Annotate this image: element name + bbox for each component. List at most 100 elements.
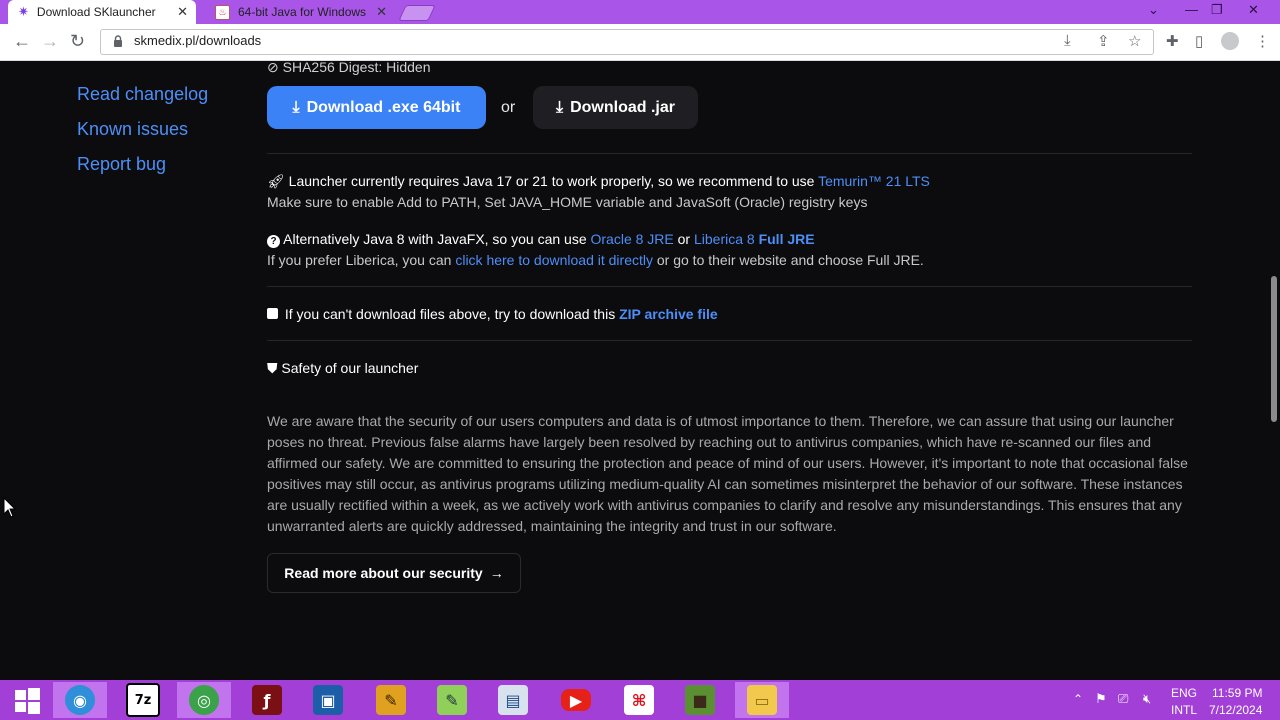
start-button[interactable] xyxy=(0,682,54,718)
minimize-button[interactable]: — xyxy=(1185,2,1198,17)
divider xyxy=(267,286,1192,287)
taskbar-minecraft[interactable]: ■ xyxy=(673,682,727,718)
installer-icon: ▤ xyxy=(498,685,528,715)
divider xyxy=(267,153,1192,154)
java-requirement-line: 🚀︎ Launcher currently requires Java 17 o… xyxy=(267,173,930,190)
language-bottom[interactable]: INTL xyxy=(1171,703,1197,717)
java-favicon-icon: ♨ xyxy=(215,4,230,20)
tab-sklauncher[interactable]: ✷ Download SKlauncher ✕ xyxy=(8,0,196,24)
read-more-label: Read more about our security xyxy=(284,565,483,581)
flag-icon[interactable]: ⚑ xyxy=(1095,691,1107,707)
download-exe-label: Download .exe 64bit xyxy=(306,98,461,116)
pen-tool-icon: ✎ xyxy=(376,685,406,715)
zip-archive-text: If you can't download files above, try t… xyxy=(284,306,616,322)
download-icon: ⤓ xyxy=(556,98,564,116)
taskbar-pen-tool[interactable]: ✎ xyxy=(364,682,418,718)
tab-title: 64-bit Java for Windows xyxy=(238,5,367,19)
tab-search-icon[interactable]: ⌄ xyxy=(1148,2,1159,18)
close-tab-icon[interactable]: ✕ xyxy=(376,4,387,20)
minecraft-icon: ■ xyxy=(685,685,715,715)
download-jar-button[interactable]: ⤓ Download .jar xyxy=(533,86,698,129)
liberica-note: If you prefer Liberica, you can click he… xyxy=(267,252,924,268)
reload-icon[interactable]: ↻ xyxy=(70,31,85,52)
network-icon[interactable]: ⎚ xyxy=(1118,691,1128,707)
zip-archive-line: If you can't download files above, try t… xyxy=(267,306,718,322)
known-issues-link[interactable]: Known issues xyxy=(77,119,188,140)
network-globe-icon: ◎ xyxy=(189,685,219,715)
clock-date[interactable]: 7/12/2024 xyxy=(1209,703,1262,717)
volume-muted-icon[interactable]: 🔇︎ xyxy=(1143,691,1151,707)
taskbar-file-explorer[interactable]: ▭ xyxy=(735,682,789,718)
close-tab-icon[interactable]: ✕ xyxy=(177,4,188,20)
show-hidden-icons-chevron-icon[interactable]: ⌃ xyxy=(1073,692,1083,706)
question-circle-icon: ? xyxy=(267,235,280,248)
read-changelog-link[interactable]: Read changelog xyxy=(77,84,208,105)
taskbar-pdf[interactable]: ⌘ xyxy=(612,682,666,718)
archive-box-icon xyxy=(267,308,278,319)
folder-icon: ▭ xyxy=(747,685,777,715)
eye-slash-icon: ⊘ xyxy=(267,59,279,75)
shield-icon: ⛊ xyxy=(267,360,278,376)
clock-time[interactable]: 11:59 PM xyxy=(1212,686,1262,700)
java8-alternative-line: ? Alternatively Java 8 with JavaFX, so y… xyxy=(267,231,815,248)
taskbar-browser[interactable]: ◉ xyxy=(53,682,107,718)
read-more-security-button[interactable]: Read more about our security → xyxy=(267,553,521,593)
taskbar-installer[interactable]: ▤ xyxy=(486,682,540,718)
profile-avatar-icon[interactable] xyxy=(1221,32,1239,50)
taskbar-network[interactable]: ◎ xyxy=(177,682,231,718)
arrow-right-icon: → xyxy=(489,565,504,581)
tab-java[interactable]: ♨ 64-bit Java for Windows ✕ xyxy=(205,0,395,24)
download-jar-label: Download .jar xyxy=(570,98,675,116)
lock-icon[interactable] xyxy=(113,35,123,47)
java-setup-note: Make sure to enable Add to PATH, Set JAV… xyxy=(267,194,868,210)
install-app-icon[interactable]: ⤓ xyxy=(1064,32,1071,49)
taskbar-7zip[interactable]: 7z xyxy=(116,682,170,718)
extensions-puzzle-icon[interactable]: ✚ xyxy=(1166,32,1179,50)
page-scrollbar-thumb[interactable] xyxy=(1271,276,1277,422)
download-icon: ⤓ xyxy=(292,98,300,116)
liberica-link-label: Liberica 8 xyxy=(693,231,755,247)
liberica-jre-link[interactable]: Liberica 8 Full JRE xyxy=(694,231,815,247)
language-top[interactable]: ENG xyxy=(1171,686,1197,700)
bookmark-star-icon[interactable]: ☆ xyxy=(1128,32,1141,50)
rocket-icon: 🚀︎ xyxy=(267,173,285,189)
sha-label: SHA256 Digest: Hidden xyxy=(282,59,431,75)
taskbar-virtualbox[interactable]: ▣ xyxy=(301,682,355,718)
safety-heading: ⛊ Safety of our launcher xyxy=(267,360,418,377)
download-exe-button[interactable]: ⤓ Download .exe 64bit xyxy=(267,86,486,129)
liberica-text-start: If you prefer Liberica, you can xyxy=(267,252,452,268)
temurin-link[interactable]: Temurin™ 21 LTS xyxy=(818,173,930,189)
sha-digest: ⊘ SHA256 Digest: Hidden xyxy=(267,59,431,76)
flash-icon: ƒ xyxy=(252,685,282,715)
java8-alternative-text: Alternatively Java 8 with JavaFX, so you… xyxy=(283,231,587,247)
oracle-jre-link[interactable]: Oracle 8 JRE xyxy=(591,231,674,247)
forward-arrow-icon[interactable]: → xyxy=(41,31,59,52)
windows-logo-icon xyxy=(15,688,40,714)
taskbar-flash[interactable]: ƒ xyxy=(240,682,294,718)
divider xyxy=(267,340,1192,341)
taskbar-youtube[interactable]: ▶ xyxy=(549,682,603,718)
notepad-icon: ✎ xyxy=(437,685,467,715)
virtualbox-icon: ▣ xyxy=(313,685,343,715)
or-separator: or xyxy=(501,99,516,116)
url-text[interactable]: skmedix.pl/downloads xyxy=(134,33,261,48)
safety-paragraph: We are aware that the security of our us… xyxy=(267,413,1188,534)
report-bug-link[interactable]: Report bug xyxy=(77,154,166,175)
safety-heading-text: Safety of our launcher xyxy=(281,360,419,376)
share-icon[interactable]: ⇪ xyxy=(1097,32,1110,50)
taskbar-notepad[interactable]: ✎ xyxy=(425,682,479,718)
side-panel-icon[interactable]: ▯ xyxy=(1195,32,1203,50)
liberica-direct-download-link[interactable]: click here to download it directly xyxy=(455,252,653,268)
or-text: or xyxy=(677,231,691,247)
tab-title: Download SKlauncher xyxy=(36,5,156,19)
back-arrow-icon[interactable]: ← xyxy=(13,31,31,52)
youtube-icon: ▶ xyxy=(561,689,591,711)
7zip-icon: 7z xyxy=(126,683,160,717)
zip-archive-link[interactable]: ZIP archive file xyxy=(619,306,718,322)
close-window-button[interactable]: ✕ xyxy=(1248,2,1259,18)
menu-kebab-icon[interactable]: ⋮ xyxy=(1255,32,1270,50)
maximize-button[interactable]: ❐ xyxy=(1211,2,1223,18)
globe-icon: ◉ xyxy=(65,685,95,715)
liberica-link-bold: Full JRE xyxy=(758,231,815,247)
pdf-icon: ⌘ xyxy=(624,685,654,715)
